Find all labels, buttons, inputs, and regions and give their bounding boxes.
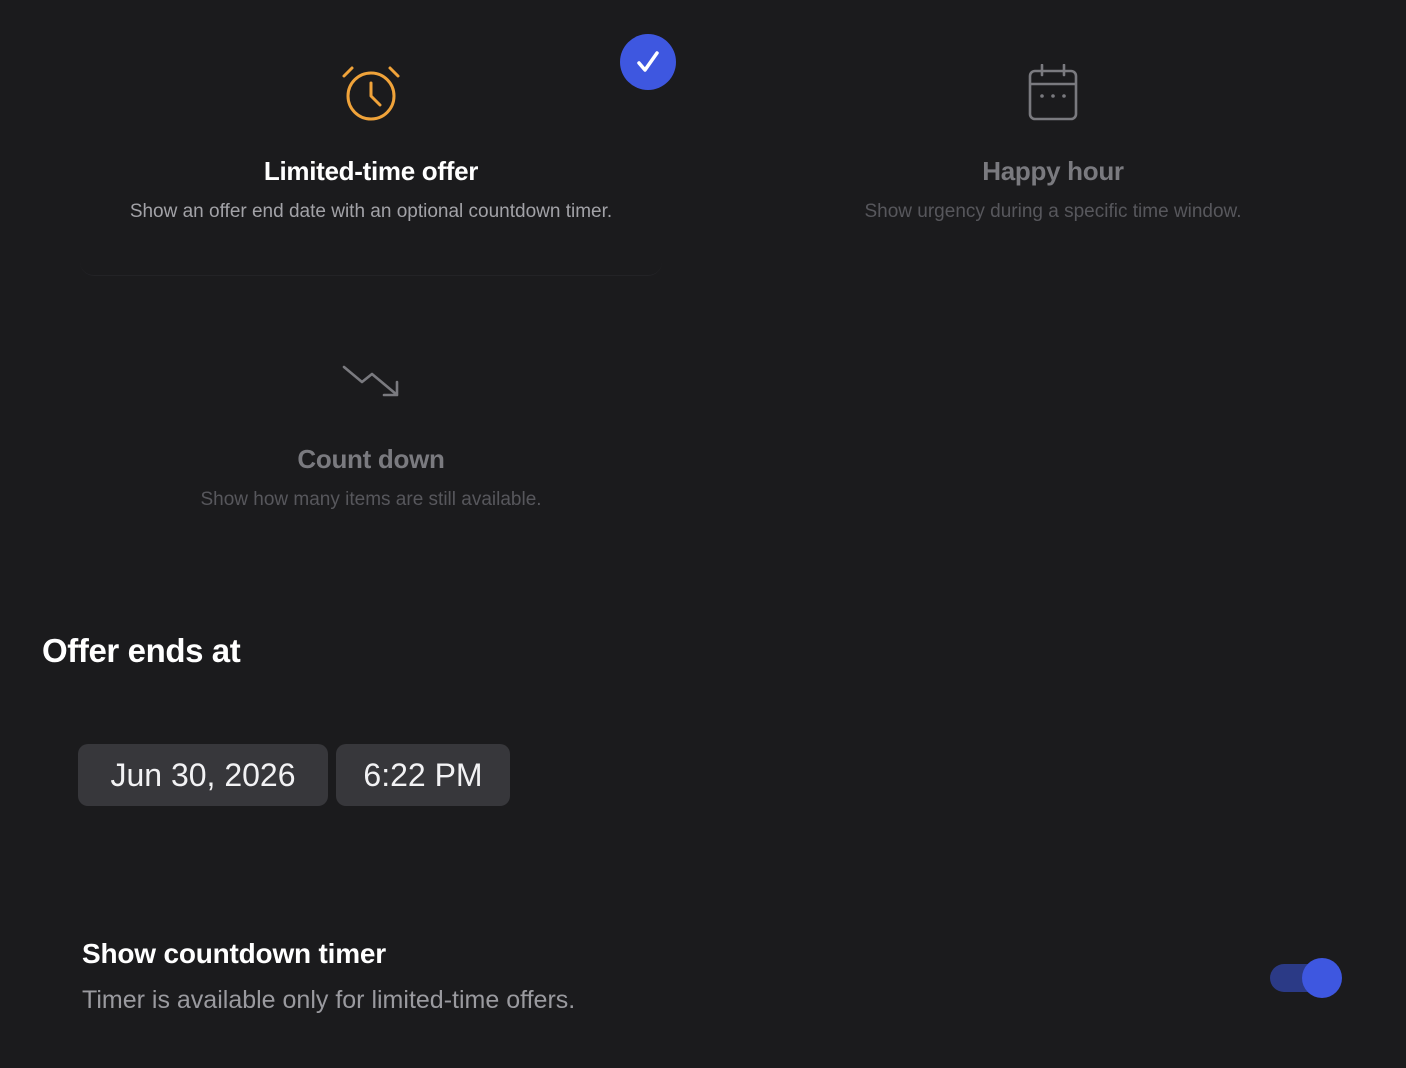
checkmark-icon xyxy=(637,51,659,72)
end-date-picker[interactable]: Jun 30, 2026 xyxy=(78,744,328,806)
offer-type-title: Limited-time offer xyxy=(263,156,479,186)
countdown-timer-title: Show countdown timer xyxy=(82,938,386,969)
offer-type-title: Count down xyxy=(297,444,445,474)
offer-type-title: Happy hour xyxy=(982,156,1124,186)
trend-down-icon xyxy=(342,365,399,397)
countdown-timer-toggle[interactable] xyxy=(1268,958,1344,998)
offer-type-description: Show an offer end date with an optional … xyxy=(129,201,613,222)
countdown-timer-description: Timer is available only for limited-time… xyxy=(82,986,576,1014)
alarm-clock-icon xyxy=(342,66,400,121)
offer-type-card-count-down[interactable]: Count down Show how many items are still… xyxy=(80,318,662,564)
selected-check-badge xyxy=(620,34,676,90)
offer-ends-heading: Offer ends at xyxy=(42,632,241,669)
offer-type-description: Show how many items are still available. xyxy=(200,489,542,510)
offer-type-description: Show urgency during a specific time wind… xyxy=(864,201,1242,222)
offer-type-card-limited-time[interactable]: Limited-time offer Show an offer end dat… xyxy=(80,30,662,276)
calendar-icon xyxy=(1028,64,1078,121)
toggle-knob xyxy=(1302,958,1342,998)
end-time-picker[interactable]: 6:22 PM xyxy=(336,744,510,806)
offer-type-card-happy-hour[interactable]: Happy hour Show urgency during a specifi… xyxy=(762,30,1344,276)
